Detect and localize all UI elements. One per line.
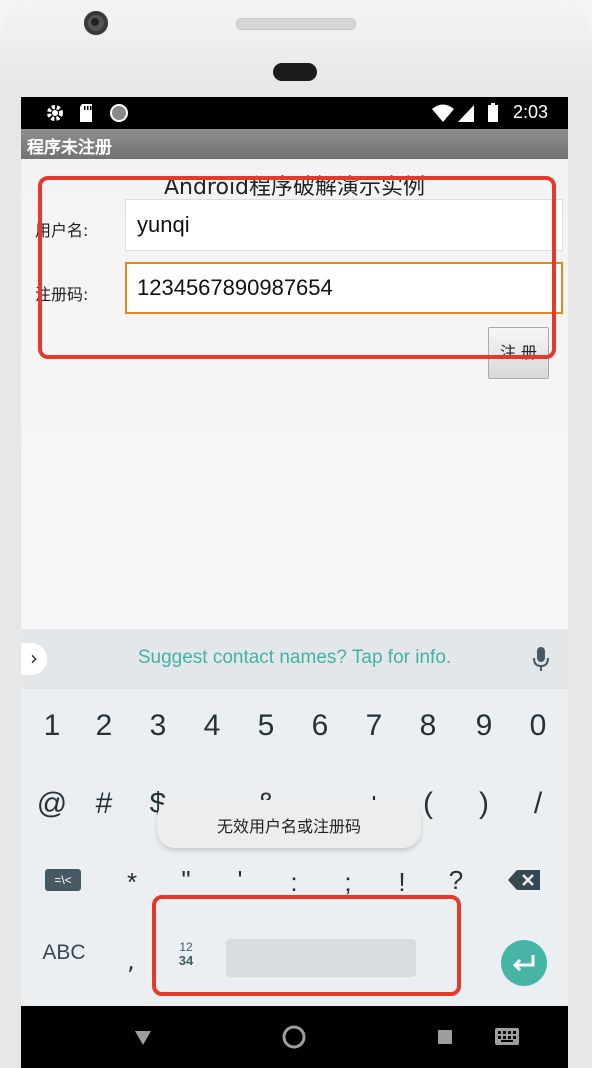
- back-icon[interactable]: [134, 1030, 152, 1050]
- sd-card-icon: [78, 103, 94, 128]
- app-title: 程序未注册: [27, 138, 112, 158]
- key-hash[interactable]: #: [89, 787, 119, 821]
- status-bar: x 2:03: [21, 97, 568, 129]
- comma-key[interactable]: ,: [121, 947, 141, 975]
- suggestion-text[interactable]: Suggest contact names? Tap for info.: [21, 647, 568, 669]
- front-camera: [84, 11, 108, 35]
- key-exclamation[interactable]: !: [387, 867, 417, 898]
- key-colon[interactable]: :: [279, 867, 309, 898]
- key-3[interactable]: 3: [143, 709, 173, 743]
- key-asterisk[interactable]: *: [117, 867, 147, 898]
- signal-icon: [457, 103, 475, 128]
- circle-icon: [109, 103, 129, 128]
- key-4[interactable]: 4: [197, 709, 227, 743]
- enter-arrow-icon: [512, 955, 535, 972]
- phone-left-bezel: [0, 97, 21, 1068]
- battery-icon: [487, 103, 499, 128]
- key-7[interactable]: 7: [359, 709, 389, 743]
- key-2[interactable]: 2: [89, 709, 119, 743]
- svg-text:x: x: [446, 115, 452, 123]
- key-slash[interactable]: /: [523, 787, 553, 821]
- key-close-paren[interactable]: ): [469, 787, 499, 821]
- app-title-bar: 程序未注册: [21, 129, 568, 159]
- key-question[interactable]: ?: [441, 865, 471, 896]
- settings-gear-icon: [45, 103, 65, 128]
- navigation-bar: [21, 1006, 568, 1068]
- key-8[interactable]: 8: [413, 709, 443, 743]
- earpiece: [273, 63, 317, 81]
- key-0[interactable]: 0: [523, 709, 553, 743]
- key-double-quote[interactable]: ": [171, 865, 201, 896]
- status-time: 2:03: [512, 102, 548, 122]
- key-single-quote[interactable]: ': [225, 865, 255, 896]
- key-6[interactable]: 6: [305, 709, 335, 743]
- phone-right-bezel: [568, 97, 592, 1068]
- keyboard-switch-icon[interactable]: [494, 1027, 520, 1051]
- highlight-box-toast: [152, 895, 461, 996]
- highlight-box-form: [38, 176, 556, 359]
- suggestion-bar: › Suggest contact names? Tap for info.: [21, 629, 568, 689]
- wifi-icon: x: [431, 103, 455, 128]
- key-9[interactable]: 9: [469, 709, 499, 743]
- key-semicolon[interactable]: ;: [333, 867, 363, 898]
- home-icon[interactable]: [282, 1025, 306, 1053]
- backspace-icon[interactable]: [507, 869, 541, 891]
- toast-text: 无效用户名或注册码: [216, 817, 361, 836]
- microphone-icon[interactable]: [531, 645, 551, 675]
- key-at[interactable]: @: [35, 787, 69, 821]
- key-more-symbols[interactable]: =\<: [45, 869, 81, 891]
- toast-message: 无效用户名或注册码: [157, 800, 421, 848]
- phone-top-bezel: [0, 0, 592, 97]
- enter-key[interactable]: [501, 940, 547, 986]
- abc-key[interactable]: ABC: [31, 941, 97, 965]
- key-5[interactable]: 5: [251, 709, 281, 743]
- speaker-grille: [236, 18, 356, 30]
- recents-icon[interactable]: [437, 1029, 453, 1049]
- key-1[interactable]: 1: [37, 709, 67, 743]
